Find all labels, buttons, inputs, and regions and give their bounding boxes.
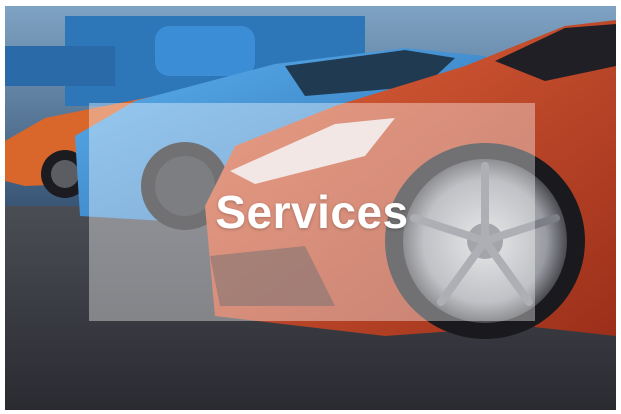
tile-title: Services (215, 186, 409, 238)
title-overlay: Services (89, 103, 535, 321)
services-tile[interactable]: Services (5, 6, 616, 410)
